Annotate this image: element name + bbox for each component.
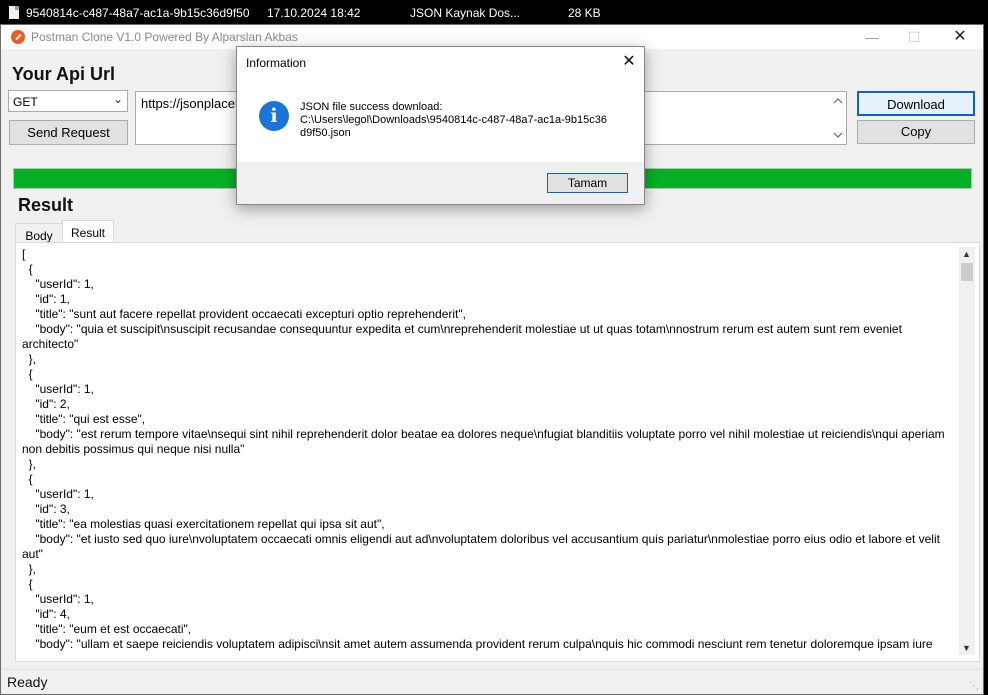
result-heading: Result [18, 195, 74, 215]
tab-result[interactable]: Result [62, 220, 114, 243]
app-icon [11, 30, 25, 44]
copy-button[interactable]: Copy [857, 120, 975, 144]
scroll-up-icon[interactable]: ▲ [962, 249, 971, 259]
json-content: [ { "userId": 1, "id": 1, "title": "sunt… [22, 247, 945, 651]
api-url-heading: Your Api Url [12, 64, 115, 84]
send-request-button[interactable]: Send Request [9, 120, 128, 145]
scroll-down-icon[interactable]: ▼ [962, 643, 971, 653]
dialog-close-button[interactable]: ✕ [617, 51, 641, 71]
information-dialog: Information ✕ i JSON file success downlo… [236, 46, 645, 205]
maximize-button[interactable]: ☐ [891, 25, 937, 49]
file-name: 9540814c-c487-48a7-ac1a-9b15c36d9f50 [26, 6, 250, 20]
tab-body[interactable]: Body [15, 223, 63, 243]
download-button[interactable]: Download [857, 91, 975, 116]
dialog-title: Information [246, 56, 307, 70]
file-type: JSON Kaynak Dos... [410, 6, 521, 20]
url-scrollbar[interactable] [830, 92, 846, 144]
file-size: 28 KB [568, 6, 601, 20]
minimize-button[interactable]: — [849, 25, 895, 49]
explorer-file-row[interactable]: 9540814c-c487-48a7-ac1a-9b15c36d9f50 17.… [0, 0, 988, 26]
resize-grip-icon[interactable]: ⋱ [969, 681, 979, 692]
status-text: Ready [7, 674, 48, 690]
method-value: GET [13, 95, 38, 109]
status-bar: Ready ⋱ [1, 669, 983, 694]
result-panel: [ { "userId": 1, "id": 1, "title": "sunt… [15, 242, 980, 662]
dialog-message: JSON file success download: C:\Users\leg… [300, 101, 607, 139]
info-icon: i [259, 101, 289, 131]
chevron-down-icon: ⌄ [112, 92, 123, 106]
method-select[interactable]: GET ⌄ [8, 90, 128, 112]
dialog-footer: Tamam [237, 162, 644, 204]
file-date: 17.10.2024 18:42 [267, 6, 361, 20]
close-button[interactable]: ✕ [937, 25, 983, 49]
json-textarea[interactable]: [ { "userId": 1, "id": 1, "title": "sunt… [22, 247, 960, 655]
ok-button[interactable]: Tamam [547, 173, 628, 193]
file-icon [9, 6, 19, 19]
scroll-thumb[interactable] [961, 263, 973, 281]
result-scrollbar[interactable]: ▲ ▼ [959, 247, 975, 655]
window-title: Postman Clone V1.0 Powered By Alparslan … [31, 30, 298, 44]
